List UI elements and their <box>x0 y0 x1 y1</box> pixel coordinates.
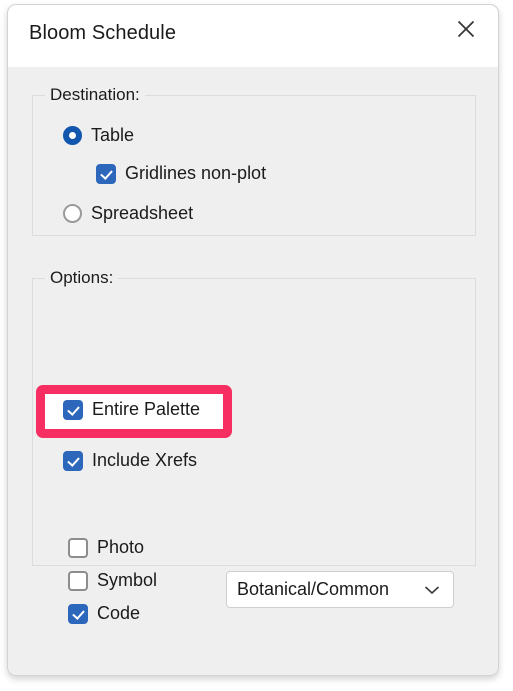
checkbox-photo[interactable] <box>68 537 88 558</box>
checkbox-gridlines-non-plot-label: Gridlines non-plot <box>125 163 267 183</box>
checkbox-include-xrefs[interactable] <box>63 450 83 471</box>
options-group-label: Options: <box>45 268 119 288</box>
checkbox-symbol-label: Symbol <box>97 570 158 590</box>
cancel-button[interactable]: Cancel <box>334 675 475 676</box>
checkbox-row-symbol[interactable]: Symbol <box>68 570 157 591</box>
checkbox-photo-label: Photo <box>97 537 145 557</box>
naming-dropdown-value: Botanical/Common <box>237 579 390 599</box>
radio-spreadsheet-label: Spreadsheet <box>91 203 194 223</box>
checkbox-symbol[interactable] <box>68 570 88 591</box>
checkbox-row-gridlines-non-plot[interactable]: Gridlines non-plot <box>96 163 266 184</box>
radio-spreadsheet[interactable] <box>63 204 82 223</box>
dialog-title: Bloom Schedule <box>29 22 177 44</box>
checkbox-row-code[interactable]: Code <box>68 603 140 624</box>
ok-button[interactable]: OK <box>179 675 320 676</box>
checkbox-entire-palette[interactable] <box>63 399 83 420</box>
naming-dropdown[interactable]: Botanical/Common <box>226 571 454 608</box>
title-bar: Bloom Schedule <box>8 5 498 67</box>
checkbox-code-label: Code <box>97 603 141 623</box>
checkbox-row-include-xrefs[interactable]: Include Xrefs <box>63 450 197 471</box>
dialog-body: Destination: Table Gridlines non-plot Sp… <box>8 67 498 675</box>
chevron-down-icon <box>424 585 440 595</box>
dialog-window: Bloom Schedule Destination: Table Gridli… <box>7 4 499 676</box>
checkbox-entire-palette-label: Entire Palette <box>92 399 201 419</box>
radio-table-label: Table <box>91 125 135 145</box>
radio-row-table[interactable]: Table <box>63 125 134 146</box>
checkbox-include-xrefs-label: Include Xrefs <box>92 450 198 470</box>
radio-row-spreadsheet[interactable]: Spreadsheet <box>63 203 193 224</box>
close-icon <box>456 19 476 39</box>
radio-table[interactable] <box>63 126 82 145</box>
close-button[interactable] <box>440 7 492 51</box>
checkbox-gridlines-non-plot[interactable] <box>96 163 116 184</box>
destination-group-label: Destination: <box>45 85 145 105</box>
checkbox-code[interactable] <box>68 603 88 624</box>
checkbox-row-entire-palette[interactable]: Entire Palette <box>63 399 200 420</box>
checkbox-row-photo[interactable]: Photo <box>68 537 144 558</box>
